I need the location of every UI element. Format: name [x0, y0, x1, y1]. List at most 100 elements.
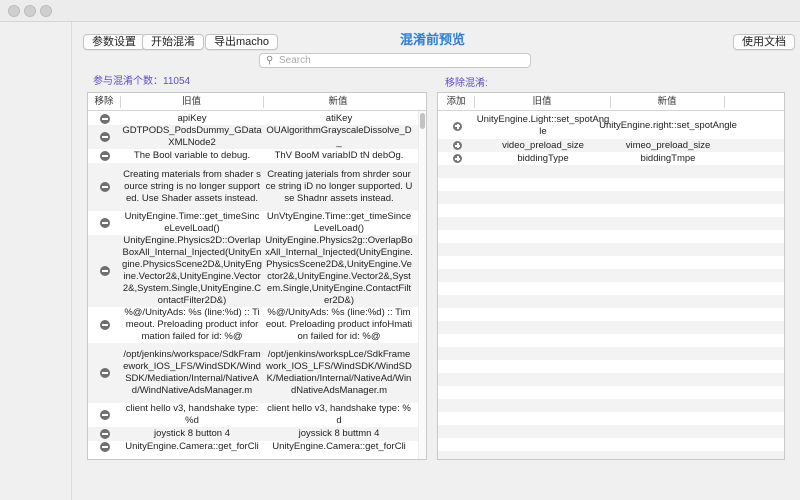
add-circle-icon[interactable] — [453, 141, 462, 150]
empty-row — [438, 282, 784, 295]
empty-row — [438, 386, 784, 399]
empty-row — [438, 269, 784, 282]
new-value-cell: biddingTmpe — [640, 152, 696, 164]
table-row[interactable]: UnityEngine.Physics2D::OverlapBoxAll_Int… — [88, 235, 426, 307]
old-value-cell: apiKey — [177, 112, 207, 124]
remove-circle-icon[interactable] — [100, 151, 110, 161]
new-value-cell: /opt/jenkins/workspLce/SdkFramework_IOS_… — [266, 349, 412, 396]
empty-row — [438, 412, 784, 425]
empty-row — [438, 217, 784, 230]
params-settings-button[interactable]: 参数设置 — [83, 34, 145, 50]
table-row[interactable]: UnityEngine.Time::get_timeSinceLevelLoad… — [88, 211, 426, 235]
search-placeholder: Search — [279, 55, 311, 66]
start-obfuscation-button[interactable]: 开始混淆 — [142, 34, 204, 50]
table-row[interactable]: apiKey atiKey — [88, 112, 426, 125]
new-value-cell: joyssick 8 buttmn 4 — [298, 428, 380, 439]
table-row[interactable]: %@/UnityAds: %s (line:%d) :: Timeout. Pr… — [88, 307, 426, 343]
old-value-cell: %@/UnityAds: %s (line:%d) :: Timeout. Pr… — [124, 307, 260, 342]
app-window: 参数设置 开始混淆 导出macho 使用文档 混淆前预览 ⚲ Search 参与… — [0, 0, 800, 500]
add-circle-icon[interactable] — [453, 121, 462, 131]
remove-circle-icon[interactable] — [100, 182, 110, 192]
obfuscation-count-value: 11054 — [163, 76, 191, 87]
zoom-window-button[interactable] — [40, 5, 52, 17]
empty-row — [438, 399, 784, 412]
vertical-scrollbar[interactable] — [418, 111, 426, 459]
remove-circle-icon[interactable] — [100, 429, 110, 439]
table-row[interactable]: joystick 8 button 4 joyssick 8 buttmn 4 — [88, 427, 426, 441]
table-row[interactable]: /opt/jenkins/workspace/SdkFramework_IOS_… — [88, 343, 426, 403]
obfuscation-count-label: 参与混淆个数：11054 — [93, 76, 191, 87]
removed-table: 添加 旧值 新值 UnityEngine.Light::set_spotAngl… — [437, 92, 785, 460]
new-value-cell: Creating jaterials from shrder source st… — [265, 169, 413, 204]
remove-circle-icon[interactable] — [100, 368, 110, 378]
table-header: 添加 旧值 新值 — [438, 93, 784, 111]
new-value-cell: %@/UnityAds: %s (line:%d) :: Timeout. Pr… — [265, 307, 413, 342]
search-icon: ⚲ — [266, 55, 274, 66]
minimize-window-button[interactable] — [24, 5, 36, 17]
new-value-cell: client hello v3, handshake type: %d — [267, 403, 411, 426]
new-value-cell: atiKey — [325, 112, 353, 124]
export-macho-button[interactable]: 导出macho — [205, 34, 279, 50]
remove-circle-icon[interactable] — [100, 410, 110, 420]
remove-circle-icon[interactable] — [100, 442, 110, 452]
old-value-cell: UnityEngine.Physics2D::OverlapBoxAll_Int… — [122, 235, 262, 306]
new-value-cell: ThV BooM variabID tN debOg. — [274, 150, 404, 161]
old-value-cell: client hello v3, handshake type: %d — [125, 403, 259, 426]
new-value-cell: UnityEngine.right::set_spotAngle — [599, 120, 737, 131]
remove-circle-icon[interactable] — [100, 113, 110, 124]
page-title: 混淆前预览 — [400, 32, 466, 47]
new-value-cell: UnVtyEngine.Time::get_timeSinceLevelLoad… — [266, 211, 412, 234]
column-add[interactable]: 添加 — [438, 93, 474, 111]
old-value-cell: GDTPODS_PodsDummy_GDataXMLNode2 — [122, 125, 262, 148]
remove-circle-icon[interactable] — [100, 132, 110, 142]
old-value-cell: UnityEngine.Light::set_spotAngle — [476, 114, 610, 137]
close-window-button[interactable] — [8, 5, 20, 17]
table-row[interactable]: Creating materials from shader source st… — [88, 163, 426, 211]
add-circle-icon[interactable] — [453, 154, 462, 163]
remove-circle-icon[interactable] — [100, 218, 110, 228]
new-value-cell: UnityEngine.Physics2g::OverlapBoxAll_Int… — [265, 235, 413, 306]
old-value-cell: UnityEngine.Time::get_timeSinceLevelLoad… — [124, 211, 260, 234]
old-value-cell: Creating materials from shader source st… — [123, 169, 261, 204]
table-row[interactable]: biddingType biddingTmpe — [438, 152, 784, 165]
old-value-cell: UnityEngine.Camera::get_forCli — [125, 441, 259, 452]
title-bar — [0, 0, 800, 22]
table-row[interactable]: UnityEngine.Camera::get_forCli UnityEngin… — [88, 441, 426, 453]
sidebar-divider — [71, 22, 72, 500]
new-value-cell: UnityEngine.Camera::get_forCli — [272, 441, 406, 452]
new-value-cell: OUAlgorithmGrayscaleDissolve_D_ — [266, 125, 412, 148]
table-header: 移除 旧值 新值 — [88, 93, 426, 111]
old-value-cell: joystick 8 button 4 — [153, 428, 231, 439]
old-value-cell: The Bool variable to debug. — [133, 150, 251, 161]
remove-circle-icon[interactable] — [100, 320, 110, 330]
empty-row — [438, 321, 784, 334]
docs-button[interactable]: 使用文档 — [733, 34, 795, 50]
table-row[interactable]: video_preload_size vimeo_preload_size — [438, 139, 784, 152]
old-value-cell: /opt/jenkins/workspace/SdkFramework_IOS_… — [123, 349, 261, 396]
remove-circle-icon[interactable] — [100, 266, 110, 276]
empty-row — [438, 425, 784, 438]
empty-row — [438, 230, 784, 243]
empty-row — [438, 334, 784, 347]
empty-row — [438, 256, 784, 269]
column-new-value[interactable]: 新值 — [610, 93, 724, 111]
column-remove[interactable]: 移除 — [88, 93, 120, 111]
scroll-thumb[interactable] — [420, 113, 425, 129]
empty-row — [438, 178, 784, 191]
table-row[interactable]: client hello v3, handshake type: %d clien… — [88, 403, 426, 427]
obfuscation-table: 移除 旧值 新值 apiKey atiKey GDTPODS_PodsDummy_G… — [87, 92, 427, 460]
column-new-value[interactable]: 新值 — [263, 93, 413, 111]
table-row[interactable]: The Bool variable to debug. ThV BooM vari… — [88, 149, 426, 163]
table-row[interactable]: UnityEngine.Light::set_spotAngle UnityEng… — [438, 113, 784, 139]
column-old-value[interactable]: 旧值 — [474, 93, 610, 111]
old-value-cell: video_preload_size — [502, 139, 584, 151]
empty-row — [438, 438, 784, 451]
column-old-value[interactable]: 旧值 — [120, 93, 263, 111]
empty-row — [438, 308, 784, 321]
empty-row — [438, 451, 784, 459]
empty-row — [438, 295, 784, 308]
removed-section-title: 移除混淆: — [445, 78, 488, 89]
table-row[interactable]: GDTPODS_PodsDummy_GDataXMLNode2 OUAlgorit… — [88, 125, 426, 149]
search-field[interactable]: ⚲ Search — [259, 53, 531, 68]
empty-row — [438, 204, 784, 217]
